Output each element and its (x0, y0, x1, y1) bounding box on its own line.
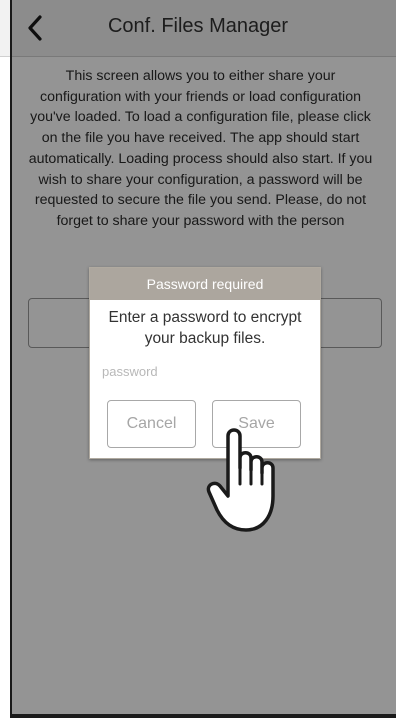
password-input[interactable] (102, 358, 306, 384)
dialog-title: Password required (90, 268, 320, 300)
device-frame-bottom (10, 714, 396, 718)
hand-pointer-icon (206, 428, 275, 532)
cancel-button[interactable]: Cancel (107, 400, 196, 448)
app-screen: Conf. Files Manager This screen allows y… (0, 0, 396, 718)
device-frame-edge (10, 0, 12, 718)
dialog-message: Enter a password to encrypt your backup … (108, 309, 302, 347)
